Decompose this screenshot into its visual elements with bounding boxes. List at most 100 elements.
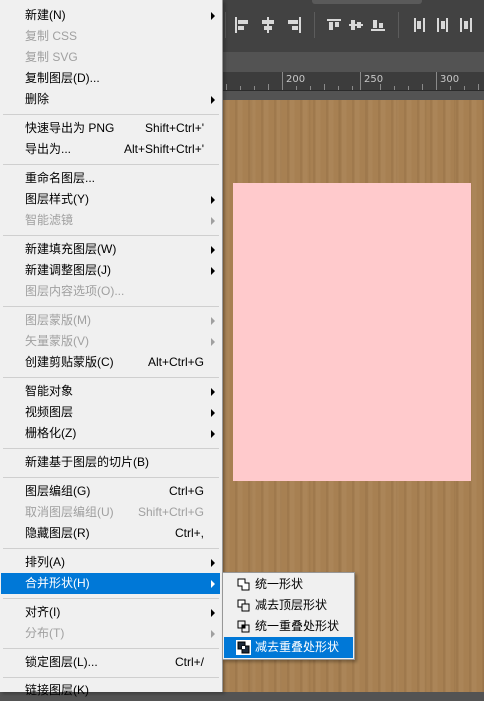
menu-item-rasterize[interactable]: 栅格化(Z) <box>1 423 220 444</box>
menu-separator <box>3 677 219 678</box>
layer-context-menu: 新建(N) 复制 CSS 复制 SVG 复制图层(D)... 删除 快速导出为 … <box>0 0 223 697</box>
menu-item-layer-content-options[interactable]: 图层内容选项(O)... <box>1 281 220 302</box>
submenu-item-exclude-overlapping-shapes[interactable]: 减去重叠处形状 <box>224 637 353 658</box>
menu-item-shortcut: Alt+Ctrl+G <box>147 355 204 369</box>
menu-item-copy-css[interactable]: 复制 CSS <box>1 26 220 47</box>
menu-item-duplicate-layer[interactable]: 复制图层(D)... <box>1 68 220 89</box>
menu-item-export-as[interactable]: 导出为... Alt+Shift+Ctrl+' <box>1 139 220 160</box>
menu-separator <box>3 448 219 449</box>
distribute-horizontal-centers-icon[interactable] <box>434 16 450 34</box>
toolbar-separator <box>314 12 315 38</box>
menu-item-shortcut: Alt+Shift+Ctrl+' <box>124 142 204 156</box>
submenu-arrow-icon <box>211 388 215 396</box>
menu-item-label: 对齐(I) <box>25 605 61 619</box>
exclude-overlapping-shapes-icon <box>236 640 251 655</box>
menu-item-quick-export-png[interactable]: 快速导出为 PNG Shift+Ctrl+' <box>1 118 220 139</box>
submenu-arrow-icon <box>211 12 215 20</box>
menu-item-new[interactable]: 新建(N) <box>1 5 220 26</box>
menu-item-smart-object[interactable]: 智能对象 <box>1 381 220 402</box>
combine-shapes-submenu: 统一形状 减去顶层形状 统一重叠处形状 减去重叠处形状 <box>222 572 355 660</box>
unite-shapes-icon <box>236 577 251 592</box>
ruler-tick <box>282 72 283 90</box>
menu-item-delete[interactable]: 删除 <box>1 89 220 110</box>
menu-item-rename-layer[interactable]: 重命名图层... <box>1 168 220 189</box>
menu-item-new-layer-based-slice[interactable]: 新建基于图层的切片(B) <box>1 452 220 473</box>
menu-item-label: 锁定图层(L)... <box>25 655 98 669</box>
menu-item-label: 创建剪贴蒙版(C) <box>25 355 114 369</box>
distribute-bottom-icon[interactable] <box>370 16 386 34</box>
distribute-right-icon[interactable] <box>458 16 474 34</box>
menu-item-label: 重命名图层... <box>25 171 96 185</box>
submenu-arrow-icon <box>211 580 215 588</box>
menu-item-new-fill-layer[interactable]: 新建填充图层(W) <box>1 239 220 260</box>
ruler-tick <box>394 86 395 90</box>
ruler-tick <box>240 86 241 90</box>
menu-item-arrange[interactable]: 排列(A) <box>1 552 220 573</box>
menu-item-label: 链接图层(K) <box>25 683 89 697</box>
submenu-arrow-icon <box>211 609 215 617</box>
menu-item-label: 智能滤镜 <box>25 213 74 227</box>
ruler-tick <box>254 86 255 90</box>
menu-item-create-clipping-mask[interactable]: 创建剪贴蒙版(C) Alt+Ctrl+G <box>1 352 220 373</box>
menu-item-combine-shapes[interactable]: 合并形状(H) <box>1 573 220 594</box>
ruler-label: 200 <box>286 74 306 85</box>
ruler-tick <box>324 84 325 90</box>
menu-item-ungroup-layers[interactable]: 取消图层编组(U) Shift+Ctrl+G <box>1 502 220 523</box>
submenu-item-unite-shapes[interactable]: 统一形状 <box>224 574 353 595</box>
menu-item-label: 合并形状(H) <box>25 576 90 590</box>
ruler-tick <box>226 84 227 90</box>
menu-item-label: 新建基于图层的切片(B) <box>25 455 149 469</box>
ruler-tick <box>352 86 353 90</box>
submenu-arrow-icon <box>211 96 215 104</box>
menu-item-vector-mask[interactable]: 矢量蒙版(V) <box>1 331 220 352</box>
submenu-item-label: 减去顶层形状 <box>255 598 328 612</box>
toolbar-separator <box>398 12 399 38</box>
menu-item-video-layers[interactable]: 视频图层 <box>1 402 220 423</box>
align-horizontal-centers-icon[interactable] <box>260 16 276 34</box>
menu-separator <box>3 235 219 236</box>
menu-item-shortcut: Ctrl+, <box>174 526 204 540</box>
menu-separator <box>3 164 219 165</box>
submenu-item-label: 减去重叠处形状 <box>255 640 340 654</box>
ruler-tick <box>310 86 311 90</box>
ruler-tick <box>436 72 437 90</box>
menu-item-copy-svg[interactable]: 复制 SVG <box>1 47 220 68</box>
menu-item-lock-layers[interactable]: 锁定图层(L)... Ctrl+/ <box>1 652 220 673</box>
align-left-edges-icon[interactable] <box>234 16 250 34</box>
submenu-item-label: 统一重叠处形状 <box>255 619 340 633</box>
ruler-tick <box>268 84 269 90</box>
menu-item-align[interactable]: 对齐(I) <box>1 602 220 623</box>
menu-item-label: 图层蒙版(M) <box>25 313 91 327</box>
options-toolbar <box>222 0 484 52</box>
distribute-top-icon[interactable] <box>326 16 342 34</box>
menu-item-distribute[interactable]: 分布(T) <box>1 623 220 644</box>
submenu-arrow-icon <box>211 317 215 325</box>
menu-separator <box>3 477 219 478</box>
subtract-front-shape-icon <box>236 598 251 613</box>
ruler-tick <box>450 86 451 90</box>
canvas-gutter <box>222 91 484 100</box>
submenu-item-intersect-shape-areas[interactable]: 统一重叠处形状 <box>224 616 353 637</box>
distribute-left-icon[interactable] <box>412 16 428 34</box>
menu-item-label: 矢量蒙版(V) <box>25 334 89 348</box>
menu-item-group-layers[interactable]: 图层编组(G) Ctrl+G <box>1 481 220 502</box>
menu-item-label: 图层编组(G) <box>25 484 91 498</box>
menu-item-new-adjustment-layer[interactable]: 新建调整图层(J) <box>1 260 220 281</box>
submenu-arrow-icon <box>211 267 215 275</box>
align-right-edges-icon[interactable] <box>286 16 302 34</box>
menu-item-layer-style[interactable]: 图层样式(Y) <box>1 189 220 210</box>
ruler-tick <box>422 84 423 90</box>
document-tab-bar <box>222 52 484 72</box>
menu-item-shortcut: Shift+Ctrl+' <box>145 121 204 135</box>
menu-item-hide-layers[interactable]: 隐藏图层(R) Ctrl+, <box>1 523 220 544</box>
document-tab-stub <box>312 0 422 4</box>
submenu-item-subtract-front-shape[interactable]: 减去顶层形状 <box>224 595 353 616</box>
submenu-item-label: 统一形状 <box>255 577 304 591</box>
menu-item-layer-mask[interactable]: 图层蒙版(M) <box>1 310 220 331</box>
ruler-tick <box>408 86 409 90</box>
menu-item-label: 图层内容选项(O)... <box>25 284 125 298</box>
pink-rectangle-shape[interactable] <box>233 183 471 481</box>
menu-item-smart-filter[interactable]: 智能滤镜 <box>1 210 220 231</box>
menu-item-link-layers[interactable]: 链接图层(K) <box>1 680 220 701</box>
distribute-vertical-centers-icon[interactable] <box>348 16 364 34</box>
